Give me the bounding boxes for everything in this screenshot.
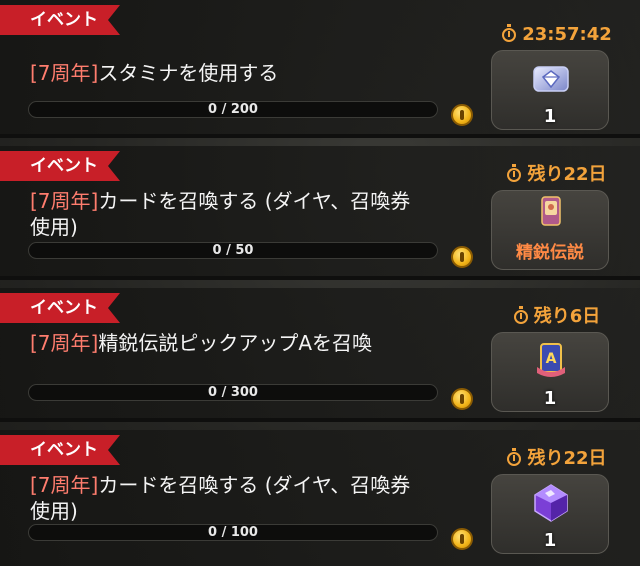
reward-label: 精鋭伝説 — [516, 243, 584, 263]
gold-coin-icon[interactable] — [451, 104, 473, 126]
quest-title: [7周年]スタミナを使用する — [30, 60, 420, 86]
reward-slot[interactable]: 1 — [491, 50, 609, 130]
diamond-ticket-icon — [531, 59, 571, 99]
pickup-a-ticket-icon: A — [531, 341, 571, 381]
event-tag: イベント — [0, 435, 120, 465]
time-remaining-text: 残り6日 — [533, 306, 601, 327]
time-remaining: 残り6日 — [482, 306, 632, 328]
quest-title-prefix: [7周年] — [30, 473, 99, 497]
progress-text: 0 / 200 — [208, 102, 258, 117]
progress-bar: 0 / 100 — [28, 524, 438, 541]
quest-title-text: 精鋭伝説ピックアップAを召喚 — [98, 331, 373, 355]
reward-quantity: 1 — [543, 388, 557, 409]
reward-quantity: 1 — [543, 530, 557, 551]
quest-title-prefix: [7周年] — [30, 61, 99, 85]
time-remaining: 残り22日 — [482, 448, 632, 470]
event-tag: イベント — [0, 5, 120, 35]
gold-coin-icon[interactable] — [451, 528, 473, 550]
event-tag: イベント — [0, 293, 120, 323]
quest-card: イベント [7周年]カードを召喚する (ダイヤ、召喚券使用) 0 / 50 残り… — [0, 146, 640, 280]
reward-quantity: 1 — [543, 106, 557, 127]
svg-text:A: A — [546, 351, 557, 367]
quest-card: イベント [7周年]精鋭伝説ピックアップAを召喚 0 / 300 残り6日 A … — [0, 288, 640, 422]
quest-title-text: スタミナを使用する — [98, 61, 279, 85]
progress-bar: 0 / 50 — [28, 242, 438, 259]
quest-card: イベント [7周年]カードを召喚する (ダイヤ、召喚券使用) 0 / 100 残… — [0, 430, 640, 566]
progress-text: 0 / 50 — [212, 243, 254, 258]
quest-title-prefix: [7周年] — [30, 189, 99, 213]
quest-title: [7周年]カードを召喚する (ダイヤ、召喚券使用) — [30, 188, 420, 240]
stopwatch-icon — [502, 24, 517, 42]
elite-legend-card-icon — [531, 195, 571, 235]
reward-slot[interactable]: 1 — [491, 474, 609, 554]
divider — [0, 418, 640, 422]
quest-title-prefix: [7周年] — [30, 331, 99, 355]
time-remaining: 残り22日 — [482, 164, 632, 186]
quest-title: [7周年]カードを召喚する (ダイヤ、召喚券使用) — [30, 472, 420, 524]
event-tag: イベント — [0, 151, 120, 181]
gold-coin-icon[interactable] — [451, 388, 473, 410]
reward-slot[interactable]: A 1 — [491, 332, 609, 412]
progress-bar: 0 / 200 — [28, 101, 438, 118]
quest-title: [7周年]精鋭伝説ピックアップAを召喚 — [30, 330, 395, 356]
progress-text: 0 / 100 — [208, 525, 258, 540]
time-remaining-text: 残り22日 — [527, 164, 607, 185]
time-remaining-text: 残り22日 — [527, 448, 607, 469]
divider — [0, 276, 640, 280]
stopwatch-icon — [513, 306, 528, 324]
quest-card: イベント [7周年]スタミナを使用する 0 / 200 23:57:42 1 — [0, 0, 640, 138]
reward-slot[interactable]: 精鋭伝説 — [491, 190, 609, 270]
stopwatch-icon — [507, 164, 522, 182]
purple-crystal-icon — [531, 483, 571, 523]
progress-bar: 0 / 300 — [28, 384, 438, 401]
gold-coin-icon[interactable] — [451, 246, 473, 268]
stopwatch-icon — [507, 448, 522, 466]
time-remaining-text: 23:57:42 — [522, 24, 612, 45]
divider — [0, 134, 640, 138]
time-remaining: 23:57:42 — [482, 24, 632, 46]
progress-text: 0 / 300 — [208, 385, 258, 400]
